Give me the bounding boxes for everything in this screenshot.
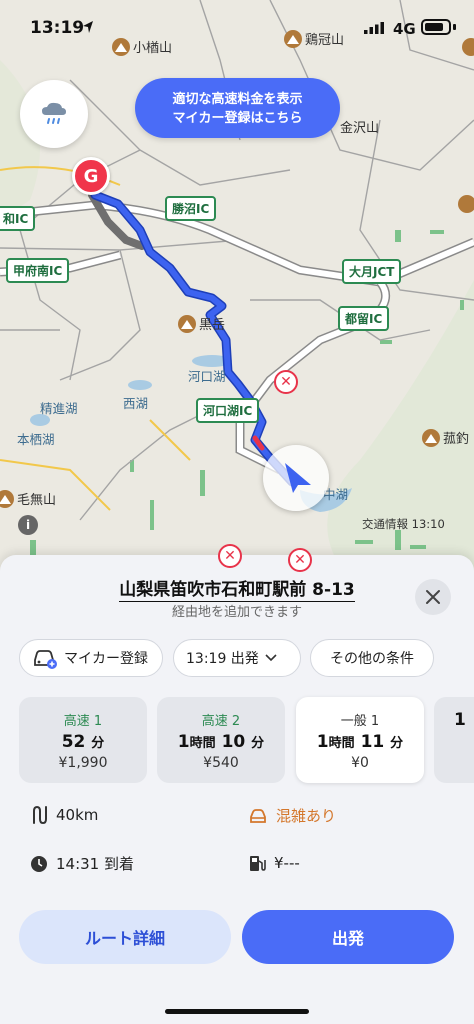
- mycar-promo-banner[interactable]: 適切な高速料金を表示 マイカー登録はこちら: [135, 78, 340, 138]
- route-card-more[interactable]: 1: [434, 697, 474, 783]
- chevron-down-icon: [265, 654, 277, 662]
- add-waypoint-hint[interactable]: 経由地を追加できます: [0, 601, 474, 620]
- mountain-kanazawayama: 金沢山: [340, 121, 380, 136]
- route-duration: 52 分: [61, 732, 105, 752]
- other-conditions-label: その他の条件: [330, 651, 414, 667]
- goal-pin[interactable]: G: [72, 157, 110, 195]
- home-indicator[interactable]: [165, 1009, 309, 1014]
- weather-button[interactable]: [20, 80, 88, 148]
- route-type: 高速 2: [201, 714, 241, 729]
- rain-cloud-icon: [42, 102, 66, 124]
- lake-motosuko: 本栖湖: [17, 432, 55, 447]
- route-fee: ¥540: [203, 755, 239, 771]
- close-icon: [426, 590, 440, 604]
- destination-title[interactable]: 山梨県笛吹市石和町駅前 8-13: [0, 575, 474, 602]
- mountain-icon: [178, 314, 196, 333]
- status-bar: 13:19 4G: [0, 0, 474, 56]
- status-time: 13:19: [30, 18, 85, 38]
- navigation-arrow-icon: [285, 463, 311, 493]
- departure-time-chip[interactable]: 13:19 出発: [173, 639, 301, 677]
- route-detail-button[interactable]: ルート詳細: [19, 910, 231, 964]
- road-closure-icon[interactable]: ✕: [218, 544, 242, 568]
- distance-value: 40km: [56, 806, 99, 824]
- map-view[interactable]: 13:19 4G 適切な高速料金を表示 マイカー登録はこちら G 勝沼IC 和I…: [0, 0, 474, 580]
- departure-label: 13:19 出発: [186, 651, 259, 667]
- ic-kawaguchiko: 河口湖IC: [196, 398, 260, 423]
- signal-icon: [364, 22, 384, 34]
- traffic-info[interactable]: 交通情報 13:10: [362, 516, 445, 532]
- ic-tsuru: 都留IC: [338, 306, 390, 331]
- route-duration: 1: [454, 710, 466, 730]
- ic-wa: 和IC: [0, 206, 36, 231]
- start-button[interactable]: 出発: [242, 910, 454, 964]
- road-closure-icon[interactable]: ✕: [288, 548, 312, 572]
- congestion-car-icon: [250, 808, 266, 823]
- road-closure-icon[interactable]: ✕: [274, 370, 298, 394]
- mountain-icon: [422, 428, 440, 447]
- route-card-highway-1[interactable]: 高速 1 52 分 ¥1,990: [19, 697, 147, 783]
- my-car-chip[interactable]: マイカー登録: [19, 639, 163, 677]
- route-card-highway-2[interactable]: 高速 2 1時間 10 分 ¥540: [157, 697, 285, 783]
- car-add-icon: [34, 650, 57, 669]
- lake-saiko: 西湖: [123, 396, 149, 411]
- battery-tip: [453, 24, 456, 30]
- fuel-pump-icon: [250, 856, 266, 871]
- congestion-label: 混雑あり: [276, 807, 337, 825]
- clock-icon: [31, 855, 47, 872]
- destination-address: 山梨県笛吹市石和町駅前 8-13: [119, 580, 355, 602]
- location-arrow-icon: [83, 21, 93, 33]
- congestion-row: 混雑あり: [248, 805, 336, 826]
- route-sheet: 山梨県笛吹市石和町駅前 8-13 経由地を追加できます マイカー登録 13:19…: [0, 555, 474, 1024]
- lake-kawaguchiko: 河口湖: [188, 369, 226, 384]
- route-type: 一般 1: [340, 714, 380, 729]
- arrival-time: 14:31 到着: [56, 855, 134, 873]
- mountain-kenashi: 毛無山: [0, 489, 56, 508]
- distance-row: 40km: [30, 805, 98, 825]
- route-duration: 1時間 10 分: [177, 732, 265, 752]
- mountain-icon: [0, 489, 14, 508]
- fuel-cost-value: ¥---: [274, 854, 300, 872]
- mountain-nakibutsu: 菰釣: [422, 428, 469, 447]
- route-duration: 1時間 11 分: [316, 732, 404, 752]
- arrival-row: 14:31 到着: [30, 853, 134, 874]
- ic-kofu-minami: 甲府南IC: [6, 258, 70, 283]
- mountain-icon-edge: [458, 195, 474, 213]
- current-location-button[interactable]: [263, 445, 329, 511]
- battery-icon: [421, 19, 451, 35]
- promo-line-2: マイカー登録はこちら: [172, 111, 303, 126]
- mountain-icon: [458, 195, 474, 213]
- route-distance-icon: [33, 805, 47, 825]
- lake-shojiko: 精進湖: [40, 401, 78, 416]
- route-fee: ¥0: [351, 755, 369, 771]
- my-car-label: マイカー登録: [64, 651, 148, 667]
- ic-katsunuma: 勝沼IC: [165, 196, 217, 221]
- route-card-general-1[interactable]: 一般 1 1時間 11 分 ¥0: [296, 697, 424, 783]
- ic-otsuki-jct: 大月JCT: [342, 259, 402, 284]
- promo-line-1: 適切な高速料金を表示: [172, 92, 303, 107]
- mountain-kurodake: 黒岳: [178, 314, 225, 333]
- close-button[interactable]: [415, 579, 451, 615]
- route-type: 高速 1: [63, 714, 103, 729]
- route-fee: ¥1,990: [58, 755, 108, 771]
- other-conditions-chip[interactable]: その他の条件: [310, 639, 434, 677]
- fuel-cost-row: ¥---: [248, 853, 300, 873]
- network-type: 4G: [393, 20, 416, 38]
- map-info-icon[interactable]: i: [18, 515, 38, 535]
